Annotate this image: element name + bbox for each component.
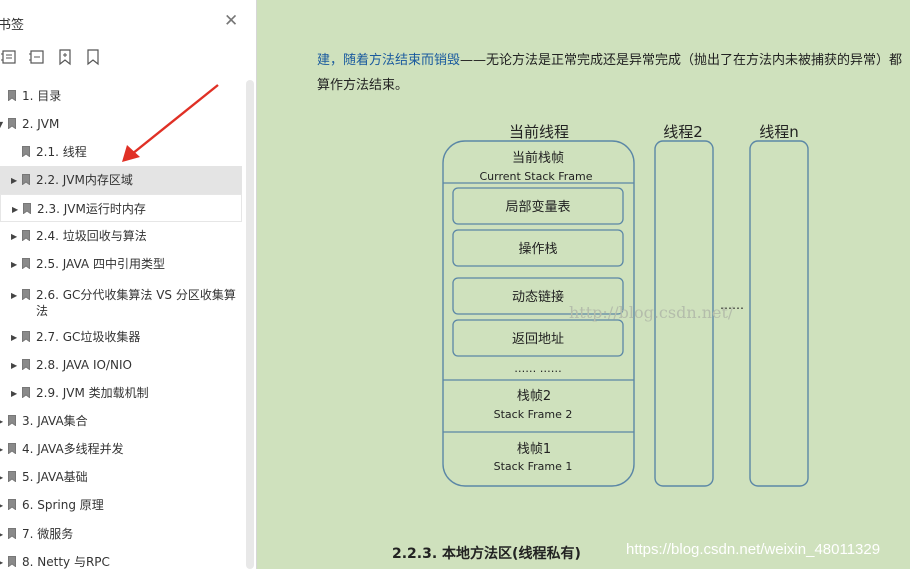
bookmark-icon <box>22 258 30 269</box>
sidebar-item[interactable]: ▶ 6. Spring 原理 <box>0 491 242 519</box>
expand-all-icon[interactable] <box>0 48 18 66</box>
sidebar-item[interactable]: 1. 目录 <box>0 82 242 110</box>
expand-right-icon[interactable]: ▶ <box>11 173 17 189</box>
sidebar-item-label: 2.4. 垃圾回收与算法 <box>36 229 147 243</box>
sidebar-item[interactable]: ▶ 2.4. 垃圾回收与算法 <box>0 222 242 250</box>
expand-right-icon[interactable]: ▶ <box>11 288 17 304</box>
sidebar-item[interactable]: ▼ 2. JVM <box>0 110 242 138</box>
bookmark-icon <box>22 174 30 185</box>
sidebar-item-label: 6. Spring 原理 <box>22 498 104 512</box>
sidebar-item-label: 2.8. JAVA IO/NIO <box>36 358 132 372</box>
sidebar-item[interactable]: 2.1. 线程 <box>0 138 242 166</box>
sidebar-item-label: 2.5. JAVA 四中引用类型 <box>36 257 165 271</box>
expand-down-icon[interactable]: ▼ <box>0 117 3 133</box>
bookmark-icon <box>22 387 30 398</box>
bookmark-icon <box>8 556 16 567</box>
expand-right-icon[interactable]: ▶ <box>0 555 3 569</box>
panel-title: 书签 <box>0 18 25 33</box>
sidebar-item-label: 2.1. 线程 <box>36 145 87 159</box>
document-page: 建，随着方法结束而销毁——无论方法是正常完成还是异常完成（抛出了在方法内未被捕获… <box>257 0 910 569</box>
sidebar-item-label: 4. JAVA多线程并发 <box>22 442 124 456</box>
add-bookmark-icon[interactable] <box>56 48 74 66</box>
return-address-box-label: 返回地址 <box>512 332 564 347</box>
frame1-subtitle: Stack Frame 1 <box>494 460 573 473</box>
sidebar-item[interactable]: ▶ 2.8. JAVA IO/NIO <box>0 351 242 379</box>
bookmark-icon[interactable] <box>84 48 102 66</box>
dynamic-link-box-label: 动态链接 <box>512 289 564 305</box>
inner-ellipsis: …… …… <box>514 362 562 375</box>
bookmark-icon <box>22 230 30 241</box>
sidebar-item-label: 1. 目录 <box>22 89 62 103</box>
bookmark-icon <box>8 499 16 510</box>
bookmark-icon <box>22 359 30 370</box>
sidebar-item[interactable]: ▶ 4. JAVA多线程并发 <box>0 435 242 463</box>
close-icon[interactable]: ✕ <box>224 11 238 31</box>
sidebar-item-label: 5. JAVA基础 <box>22 470 88 484</box>
sidebar-item[interactable]: ▶ 5. JAVA基础 <box>0 463 242 491</box>
expand-right-icon[interactable]: ▶ <box>0 470 3 486</box>
expand-right-icon[interactable]: ▶ <box>11 257 17 273</box>
bookmarks-panel: 书签 ✕ 1. 目录 ▼ 2. JVM 2.1. 线程 ▶ 2.2. JVM内存区域 ▶ 2.… <box>0 0 257 569</box>
bookmark-icon <box>8 528 16 539</box>
thread2-label: 线程2 <box>663 123 703 141</box>
sidebar-item-label: 2.6. GC分代收集算法 VS 分区收集算法 <box>36 288 236 318</box>
sidebar-item-label: 2.3. JVM运行时内存 <box>37 202 146 216</box>
frame1-title: 栈帧1 <box>517 442 551 457</box>
sidebar-item[interactable]: ▶ 7. 微服务 <box>0 520 242 548</box>
bookmark-icon <box>23 203 31 214</box>
bookmark-icon <box>8 415 16 426</box>
expand-right-icon[interactable]: ▶ <box>0 527 3 543</box>
expand-right-icon[interactable]: ▶ <box>0 498 3 514</box>
operand-stack-box-label: 操作栈 <box>518 241 557 257</box>
bookmark-icon <box>22 289 30 300</box>
expand-right-icon[interactable]: ▶ <box>11 229 17 245</box>
sidebar-item-label: 3. JAVA集合 <box>22 414 88 428</box>
collapse-all-icon[interactable] <box>28 48 46 66</box>
sidebar-item-label: 8. Netty 与RPC <box>22 555 110 569</box>
threadn-column <box>749 140 809 487</box>
bookmark-icon <box>8 118 16 129</box>
sidebar-item[interactable]: ▶ 8. Netty 与RPC <box>0 548 242 569</box>
sidebar-item[interactable]: ▶ 2.6. GC分代收集算法 VS 分区收集算法 <box>0 281 242 319</box>
sidebar-item-label: 2.7. GC垃圾收集器 <box>36 330 141 344</box>
expand-right-icon[interactable]: ▶ <box>12 202 18 218</box>
sidebar-item-label: 2.9. JVM 类加载机制 <box>36 386 149 400</box>
sidebar-item[interactable]: ▶ 2.7. GC垃圾收集器 <box>0 323 242 351</box>
bookmark-icon <box>22 146 30 157</box>
expand-right-icon[interactable]: ▶ <box>0 414 3 430</box>
bookmark-icon <box>8 90 16 101</box>
sidebar-item-label: 2.2. JVM内存区域 <box>36 173 133 187</box>
frame2-subtitle: Stack Frame 2 <box>494 408 573 421</box>
sidebar-item[interactable]: ▶ 2.9. JVM 类加载机制 <box>0 379 242 407</box>
current-frame-title: 当前栈帧 <box>512 150 564 166</box>
expand-right-icon[interactable]: ▶ <box>11 386 17 402</box>
current-frame-subtitle: Current Stack Frame <box>479 170 592 183</box>
sidebar-item-label: 2. JVM <box>22 117 60 131</box>
bookmark-icon <box>22 331 30 342</box>
watermark-corner: https://blog.csdn.net/weixin_48011329 <box>626 541 881 558</box>
sidebar-item[interactable]: ▶ 2.2. JVM内存区域 <box>0 166 242 194</box>
section-heading: 2.2.3. 本地方法区(线程私有) <box>392 546 581 562</box>
sidebar-item[interactable]: ▶ 2.5. JAVA 四中引用类型 <box>0 250 242 278</box>
stack-diagram: 当前线程 线程2 线程n 当前栈帧 Current Stack Frame 局部变量表操作… <box>442 123 809 487</box>
watermark-center: http://blog.csdn.net/ <box>569 303 734 322</box>
expand-right-icon[interactable]: ▶ <box>11 358 17 374</box>
sidebar-item[interactable]: ▶ 2.3. JVM运行时内存 <box>0 194 242 222</box>
thread1-label: 当前线程 <box>509 123 569 141</box>
sidebar-item[interactable]: ▶ 3. JAVA集合 <box>0 407 242 435</box>
expand-right-icon[interactable]: ▶ <box>0 442 3 458</box>
bookmark-icon <box>8 443 16 454</box>
bookmark-icon <box>8 471 16 482</box>
sidebar-item-label: 7. 微服务 <box>22 527 74 541</box>
expand-right-icon[interactable]: ▶ <box>11 330 17 346</box>
sidebar-scrollbar[interactable] <box>246 80 254 569</box>
threadn-label: 线程n <box>759 123 799 141</box>
frame2-title: 栈帧2 <box>517 389 551 404</box>
local-variables-box-label: 局部变量表 <box>505 199 570 215</box>
